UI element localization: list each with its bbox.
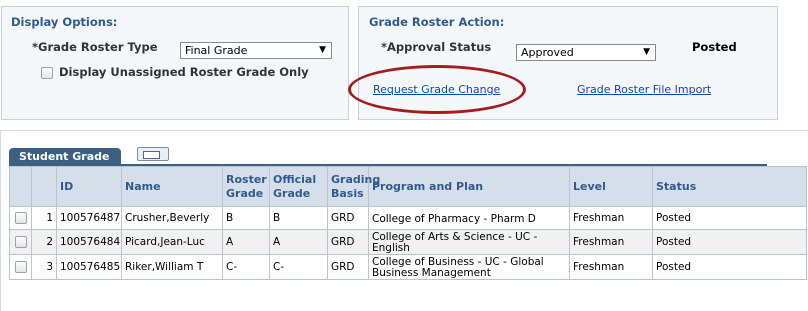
program-and-plan: College of Business - UC - Global Busine… bbox=[368, 254, 570, 280]
program-and-plan: College of Pharmacy - Pharm D bbox=[368, 206, 570, 230]
col-header-id[interactable]: ID bbox=[56, 166, 122, 207]
approval-status-select[interactable]: Approved ▼ bbox=[516, 44, 656, 61]
grading-basis: GRD bbox=[327, 206, 369, 230]
row-number: 1 bbox=[31, 206, 57, 230]
highlight-ellipse-annotation bbox=[348, 65, 526, 114]
grade-roster-file-import-link[interactable]: Grade Roster File Import bbox=[577, 83, 711, 96]
roster-grade: A bbox=[222, 229, 270, 255]
row-select-checkbox[interactable] bbox=[14, 236, 27, 248]
student-id: 100576484 bbox=[56, 229, 122, 255]
row-number: 2 bbox=[31, 229, 57, 255]
official-grade: B bbox=[269, 206, 328, 230]
status: Posted bbox=[652, 229, 807, 255]
student-id: 100576487 bbox=[56, 206, 122, 230]
approval-status-label: *Approval Status bbox=[381, 40, 492, 54]
grade-roster-type-value: Final Grade bbox=[185, 44, 248, 57]
display-options-title: Display Options: bbox=[11, 15, 118, 29]
col-header-status[interactable]: Status bbox=[652, 166, 807, 207]
student-grade-table: ID Name Roster Grade Official Grade Grad… bbox=[9, 166, 807, 280]
display-unassigned-label: Display Unassigned Roster Grade Only bbox=[59, 65, 309, 79]
row-number: 3 bbox=[31, 254, 57, 280]
grading-basis: GRD bbox=[327, 254, 369, 280]
row-select-checkbox[interactable] bbox=[14, 261, 27, 273]
dropdown-arrow-icon: ▼ bbox=[319, 45, 326, 55]
approval-status-value: Approved bbox=[521, 46, 574, 59]
student-name: Riker,William T bbox=[121, 254, 223, 280]
col-header-official-grade[interactable]: Official Grade bbox=[269, 166, 328, 207]
grading-basis: GRD bbox=[327, 229, 369, 255]
table-row: 3 100576485 Riker,William T C- C- GRD Co… bbox=[9, 254, 807, 280]
table-row: 1 100576487 Crusher,Beverly B B GRD Coll… bbox=[9, 206, 807, 230]
display-unassigned-checkbox[interactable] bbox=[41, 67, 53, 79]
student-name: Crusher,Beverly bbox=[121, 206, 223, 230]
level: Freshman bbox=[569, 206, 653, 230]
table-row: 2 100576484 Picard,Jean-Luc A A GRD Coll… bbox=[9, 229, 807, 255]
row-select-cell bbox=[9, 229, 32, 255]
status: Posted bbox=[652, 254, 807, 280]
col-header-grading-basis[interactable]: Grading Basis bbox=[327, 166, 380, 207]
program-and-plan: College of Arts & Science - UC - English bbox=[368, 229, 570, 255]
student-name: Picard,Jean-Luc bbox=[121, 229, 223, 255]
col-header-roster-grade[interactable]: Roster Grade bbox=[222, 166, 270, 207]
col-header-select bbox=[9, 166, 32, 207]
col-header-row-number bbox=[31, 166, 57, 207]
official-grade: C- bbox=[269, 254, 328, 280]
grade-roster-type-label: *Grade Roster Type bbox=[32, 40, 158, 54]
row-select-cell bbox=[9, 206, 32, 230]
roster-grade: B bbox=[222, 206, 270, 230]
tab-student-grade[interactable]: Student Grade bbox=[9, 148, 121, 165]
col-header-level[interactable]: Level bbox=[569, 166, 653, 207]
table-header-row: ID Name Roster Grade Official Grade Grad… bbox=[9, 166, 807, 207]
level: Freshman bbox=[569, 229, 653, 255]
dropdown-arrow-icon: ▼ bbox=[643, 47, 650, 57]
grade-roster-type-select[interactable]: Final Grade ▼ bbox=[180, 42, 332, 59]
level: Freshman bbox=[569, 254, 653, 280]
official-grade: A bbox=[269, 229, 328, 255]
student-id: 100576485 bbox=[56, 254, 122, 280]
display-options-panel: Display Options: *Grade Roster Type Fina… bbox=[1, 6, 349, 120]
status: Posted bbox=[652, 206, 807, 230]
col-header-name[interactable]: Name bbox=[121, 166, 223, 207]
col-header-program-and-plan[interactable]: Program and Plan bbox=[368, 166, 570, 207]
grid-view-icon[interactable] bbox=[137, 147, 169, 161]
row-select-cell bbox=[9, 254, 32, 280]
approval-posted-text: Posted bbox=[692, 40, 737, 54]
grade-roster-action-title: Grade Roster Action: bbox=[369, 15, 505, 29]
roster-grade: C- bbox=[222, 254, 270, 280]
row-select-checkbox[interactable] bbox=[14, 212, 27, 224]
